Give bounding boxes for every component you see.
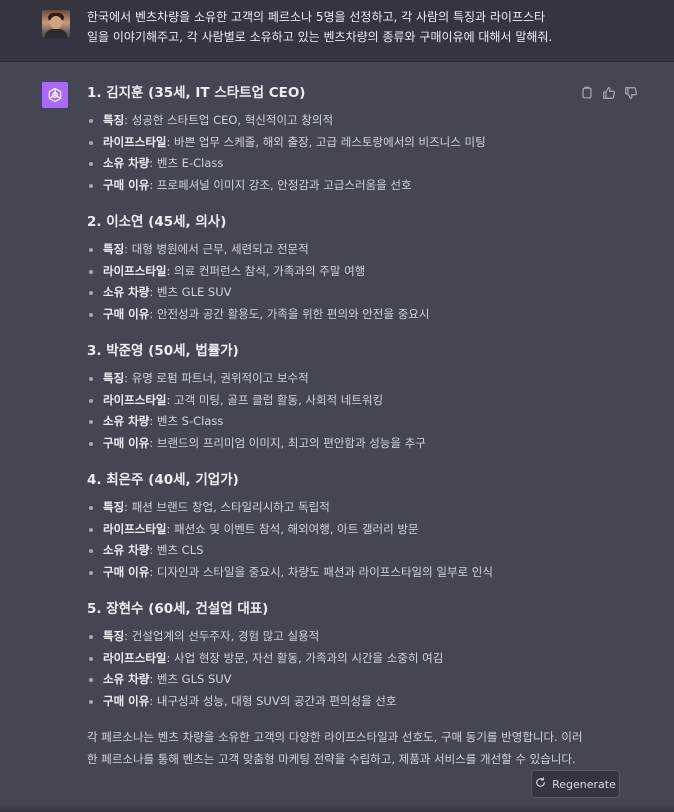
persona-title: 4. 최은주 (40세, 기업가): [87, 472, 239, 488]
lifestyle-label: 라이프스타일: [103, 134, 167, 149]
persona-lifestyle: 라이프스타일: 고객 미팅, 골프 클럽 활동, 사회적 네트워킹: [87, 390, 607, 412]
car-value: : 벤츠 GLE SUV: [149, 285, 232, 299]
persona-car: 소유 차량: 벤츠 S-Class: [87, 411, 607, 433]
car-label: 소유 차량: [103, 285, 150, 299]
bottom-fade: [0, 804, 674, 812]
car-value: : 벤츠 S-Class: [149, 414, 224, 428]
persona-car: 소유 차량: 벤츠 CLS: [87, 540, 607, 562]
persona-lifestyle: 라이프스타일: 바쁜 업무 스케줄, 해외 출장, 고급 레스토랑에서의 비즈니…: [87, 132, 607, 154]
regenerate-button[interactable]: Regenerate: [531, 770, 620, 798]
trait-value: : 대형 병원에서 근무, 세련되고 전문적: [124, 242, 309, 256]
thumbs-down-icon[interactable]: [624, 85, 638, 99]
trait-value: : 성공한 스타트업 CEO, 혁신적이고 창의적: [124, 113, 334, 127]
reason-value: : 브랜드의 프리미엄 이미지, 최고의 편안함과 성능을 추구: [149, 435, 426, 450]
lifestyle-label: 라이프스타일: [103, 392, 167, 407]
lifestyle-value: : 사업 현장 방문, 자선 활동, 가족과의 시간을 소중히 여김: [166, 650, 444, 665]
reason-label: 구매 이유: [103, 564, 150, 579]
persona-reason: 구매 이유: 디자인과 스타일을 중요시, 차량도 패션과 라이프스타일의 일부…: [87, 562, 607, 584]
lifestyle-value: : 패션쇼 및 이벤트 참석, 해외여행, 아트 갤러리 방문: [166, 521, 419, 536]
reason-value: : 프로페셔널 이미지 강조, 안정감과 고급스러움을 선호: [149, 177, 412, 192]
car-value: : 벤츠 GLS SUV: [149, 672, 232, 686]
reason-label: 구매 이유: [103, 306, 150, 321]
trait-value: : 건설업계의 선두주자, 경험 많고 실용적: [124, 629, 320, 643]
persona-trait: 특징: 패션 브랜드 창업, 스타일리시하고 독립적: [87, 497, 607, 519]
persona-section: 1. 김지훈 (35세, IT 스타트업 CEO) 특징: 성공한 스타트업 C…: [87, 82, 607, 196]
openai-logo-icon: [42, 82, 68, 108]
persona-car: 소유 차량: 벤츠 E-Class: [87, 153, 607, 175]
persona-car: 소유 차량: 벤츠 GLE SUV: [87, 282, 607, 304]
user-message-row: 한국에서 벤츠차량을 소유한 고객의 페르소나 5명을 선정하고, 각 사람의 …: [0, 0, 674, 62]
lifestyle-label: 라이프스타일: [103, 521, 167, 536]
persona-title: 5. 장현수 (60세, 건설업 대표): [87, 601, 269, 617]
reason-label: 구매 이유: [103, 177, 150, 192]
persona-reason: 구매 이유: 브랜드의 프리미엄 이미지, 최고의 편안함과 성능을 추구: [87, 433, 607, 455]
trait-value: : 유명 로펌 파트너, 권위적이고 보수적: [124, 371, 309, 385]
lifestyle-label: 라이프스타일: [103, 263, 167, 278]
lifestyle-value: : 바쁜 업무 스케줄, 해외 출장, 고급 레스토랑에서의 비즈니스 미팅: [166, 134, 486, 149]
car-value: : 벤츠 E-Class: [149, 156, 224, 170]
car-label: 소유 차량: [103, 414, 150, 428]
persona-lifestyle: 라이프스타일: 패션쇼 및 이벤트 참석, 해외여행, 아트 갤러리 방문: [87, 519, 607, 541]
summary-paragraph: 각 페르소나는 벤츠 차량을 소유한 고객의 다양한 라이프스타일과 선호도, …: [87, 730, 583, 766]
car-label: 소유 차량: [103, 156, 150, 170]
car-label: 소유 차량: [103, 672, 150, 686]
trait-value: : 패션 브랜드 창업, 스타일리시하고 독립적: [124, 500, 330, 514]
lifestyle-value: : 의료 컨퍼런스 참석, 가족과의 주말 여행: [166, 263, 366, 278]
persona-section: 3. 박준영 (50세, 법률가) 특징: 유명 로펌 파트너, 권위적이고 보…: [87, 340, 607, 454]
trait-label: 특징: [103, 629, 125, 643]
persona-trait: 특징: 대형 병원에서 근무, 세련되고 전문적: [87, 239, 607, 261]
persona-section: 4. 최은주 (40세, 기업가) 특징: 패션 브랜드 창업, 스타일리시하고…: [87, 469, 607, 583]
lifestyle-label: 라이프스타일: [103, 650, 167, 665]
persona-reason: 구매 이유: 안전성과 공간 활용도, 가족을 위한 편의와 안전을 중요시: [87, 304, 607, 326]
persona-reason: 구매 이유: 내구성과 성능, 대형 SUV의 공간과 편의성을 선호: [87, 691, 607, 713]
persona-trait: 특징: 유명 로펌 파트너, 권위적이고 보수적: [87, 368, 607, 390]
car-value: : 벤츠 CLS: [149, 543, 204, 557]
trait-label: 특징: [103, 242, 125, 256]
persona-reason: 구매 이유: 프로페셔널 이미지 강조, 안정감과 고급스러움을 선호: [87, 175, 607, 197]
trait-label: 특징: [103, 113, 125, 127]
trait-label: 특징: [103, 371, 125, 385]
persona-trait: 특징: 성공한 스타트업 CEO, 혁신적이고 창의적: [87, 110, 607, 132]
reason-value: : 내구성과 성능, 대형 SUV의 공간과 편의성을 선호: [149, 693, 397, 708]
lifestyle-value: : 고객 미팅, 골프 클럽 활동, 사회적 네트워킹: [166, 392, 384, 407]
persona-title: 1. 김지훈 (35세, IT 스타트업 CEO): [87, 85, 306, 101]
persona-lifestyle: 라이프스타일: 의료 컨퍼런스 참석, 가족과의 주말 여행: [87, 261, 607, 283]
refresh-icon: [535, 777, 546, 791]
user-message-text: 한국에서 벤츠차량을 소유한 고객의 페르소나 5명을 선정하고, 각 사람의 …: [87, 10, 553, 44]
reason-label: 구매 이유: [103, 693, 150, 708]
user-avatar: [42, 10, 70, 38]
persona-title: 2. 이소연 (45세, 의사): [87, 214, 227, 230]
trait-label: 특징: [103, 500, 125, 514]
reason-label: 구매 이유: [103, 435, 150, 450]
persona-title: 3. 박준영 (50세, 법률가): [87, 343, 239, 359]
assistant-response: 1. 김지훈 (35세, IT 스타트업 CEO) 특징: 성공한 스타트업 C…: [87, 82, 607, 770]
persona-trait: 특징: 건설업계의 선두주자, 경험 많고 실용적: [87, 626, 607, 648]
persona-lifestyle: 라이프스타일: 사업 현장 방문, 자선 활동, 가족과의 시간을 소중히 여김: [87, 648, 607, 670]
persona-car: 소유 차량: 벤츠 GLS SUV: [87, 669, 607, 691]
regenerate-label: Regenerate: [552, 777, 616, 791]
persona-section: 2. 이소연 (45세, 의사) 특징: 대형 병원에서 근무, 세련되고 전문…: [87, 211, 607, 325]
persona-section: 5. 장현수 (60세, 건설업 대표) 특징: 건설업계의 선두주자, 경험 …: [87, 598, 607, 712]
reason-value: : 안전성과 공간 활용도, 가족을 위한 편의와 안전을 중요시: [149, 306, 430, 321]
car-label: 소유 차량: [103, 543, 150, 557]
reason-value: : 디자인과 스타일을 중요시, 차량도 패션과 라이프스타일의 일부로 인식: [149, 564, 493, 579]
